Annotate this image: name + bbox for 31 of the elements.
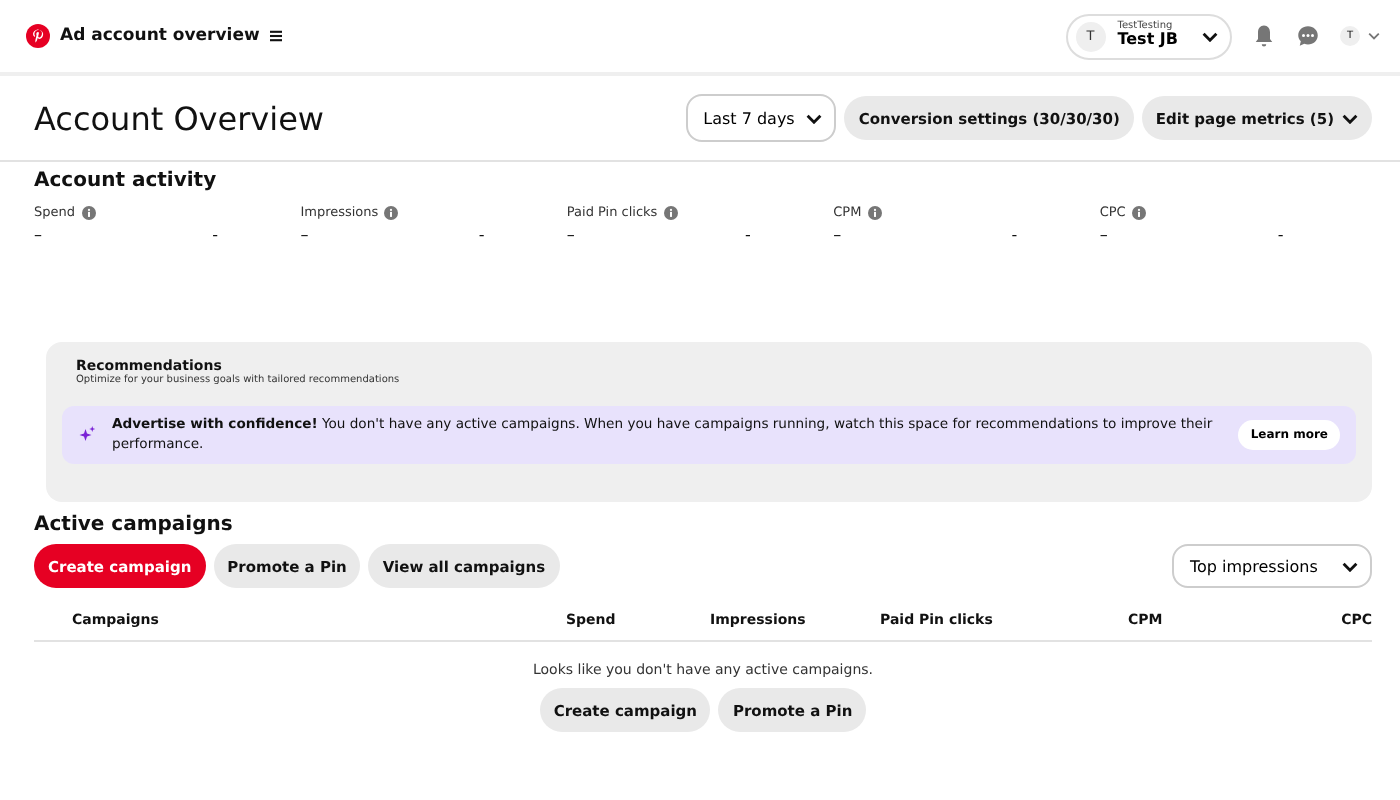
caret-icon [1342, 561, 1358, 571]
sort-dropdown[interactable]: Top impressions [1172, 544, 1372, 588]
messages-icon[interactable] [1296, 24, 1320, 48]
caret-icon [1202, 31, 1218, 41]
app-title: Ad account overview [60, 26, 260, 46]
caret-icon [1342, 113, 1358, 123]
sparkle-icon [78, 426, 96, 445]
caret-icon [806, 113, 823, 123]
metric-change: - [212, 226, 218, 244]
section-title: Account activity [34, 170, 219, 192]
notifications-icon[interactable] [1252, 24, 1276, 48]
info-icon[interactable] [81, 205, 95, 219]
info-icon[interactable] [1131, 205, 1146, 219]
pinterest-logo-icon [26, 24, 50, 48]
page-title: Account Overview [34, 99, 325, 137]
caret-icon[interactable] [1368, 32, 1380, 40]
metric-value: – [300, 226, 309, 244]
metric-change: - [478, 226, 485, 244]
metric-change: - [745, 226, 751, 244]
date-range-dropdown[interactable]: Last 7 days [685, 94, 837, 142]
metric-value: – [34, 226, 42, 244]
metric-value: – [1099, 226, 1108, 244]
metric-change: - [1011, 226, 1018, 244]
metric-change: - [1277, 226, 1284, 244]
metric-value: – [833, 226, 842, 244]
info-icon[interactable] [663, 205, 678, 219]
menu-icon[interactable] [269, 30, 282, 42]
info-icon[interactable] [384, 205, 399, 219]
metric-value: – [566, 226, 575, 244]
info-icon[interactable] [867, 205, 882, 219]
section-title: Active campaigns [34, 514, 235, 536]
